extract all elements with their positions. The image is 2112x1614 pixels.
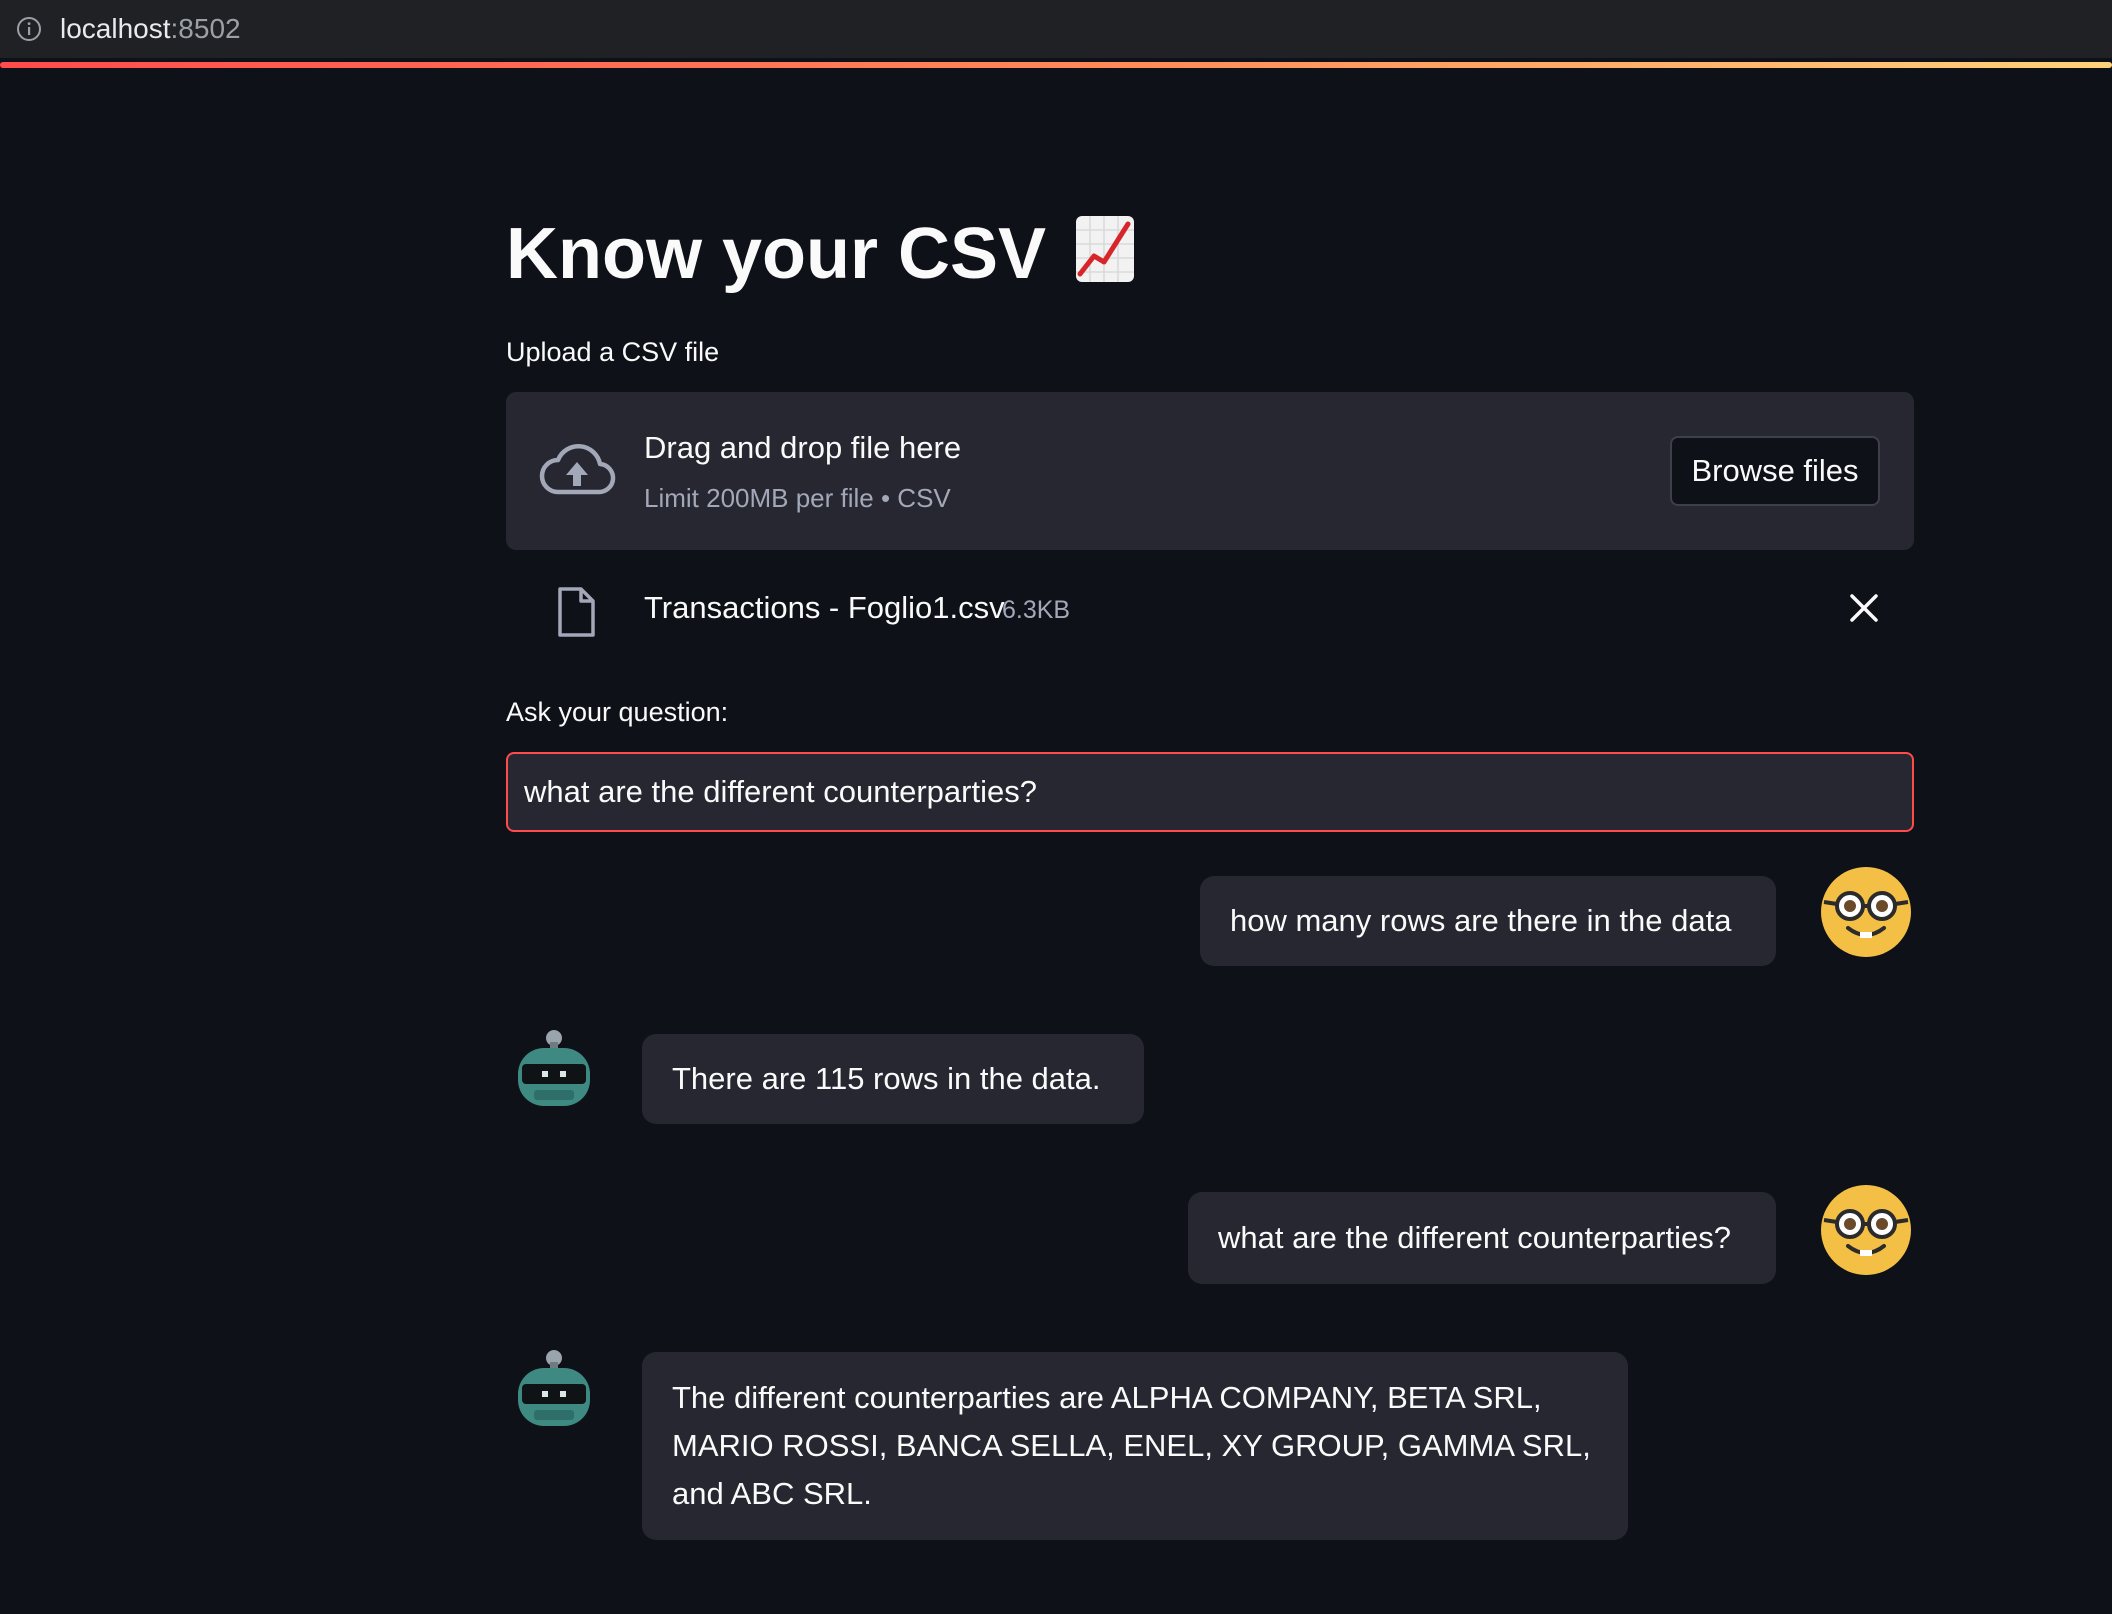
question-label: Ask your question: xyxy=(506,697,729,727)
user-message: what are the different counterparties? xyxy=(1188,1192,1776,1284)
dropzone-title: Drag and drop file here xyxy=(644,430,962,465)
chart-increasing-icon xyxy=(1076,216,1135,282)
url-port: :8502 xyxy=(170,13,241,44)
cloud-upload-icon xyxy=(539,443,616,495)
robot-avatar-icon xyxy=(518,1350,590,1426)
uploaded-file-name: Transactions - Foglio1.csv xyxy=(644,590,1005,625)
uploaded-file-row: Transactions - Foglio1.csv 6.3KB xyxy=(506,576,1914,640)
close-icon[interactable] xyxy=(1846,590,1882,626)
page-title: Know your CSV xyxy=(506,204,1136,304)
question-input[interactable] xyxy=(506,752,1914,832)
robot-avatar-icon xyxy=(518,1030,590,1106)
upload-label: Upload a CSV file xyxy=(506,337,720,367)
page-title-text: Know your CSV xyxy=(506,214,1047,294)
browse-files-button[interactable]: Browse files xyxy=(1670,436,1880,506)
assistant-message: There are 115 rows in the data. xyxy=(642,1034,1144,1124)
assistant-message: The different counterparties are ALPHA C… xyxy=(642,1352,1628,1540)
file-icon xyxy=(558,587,595,637)
info-icon[interactable] xyxy=(16,16,42,42)
uploaded-file-size: 6.3KB xyxy=(1002,596,1071,624)
dropzone-limit-text: Limit 200MB per file • CSV xyxy=(644,483,951,513)
nerd-face-avatar-icon xyxy=(1821,1185,1911,1275)
file-dropzone[interactable]: Drag and drop file here Limit 200MB per … xyxy=(506,392,1914,550)
url-text[interactable]: localhost:8502 xyxy=(60,12,241,46)
nerd-face-avatar-icon xyxy=(1821,867,1911,957)
browser-address-bar[interactable]: localhost:8502 xyxy=(0,0,2112,58)
url-host: localhost xyxy=(60,13,171,44)
app-header-decoration xyxy=(0,62,2112,68)
user-message: how many rows are there in the data xyxy=(1200,876,1776,966)
